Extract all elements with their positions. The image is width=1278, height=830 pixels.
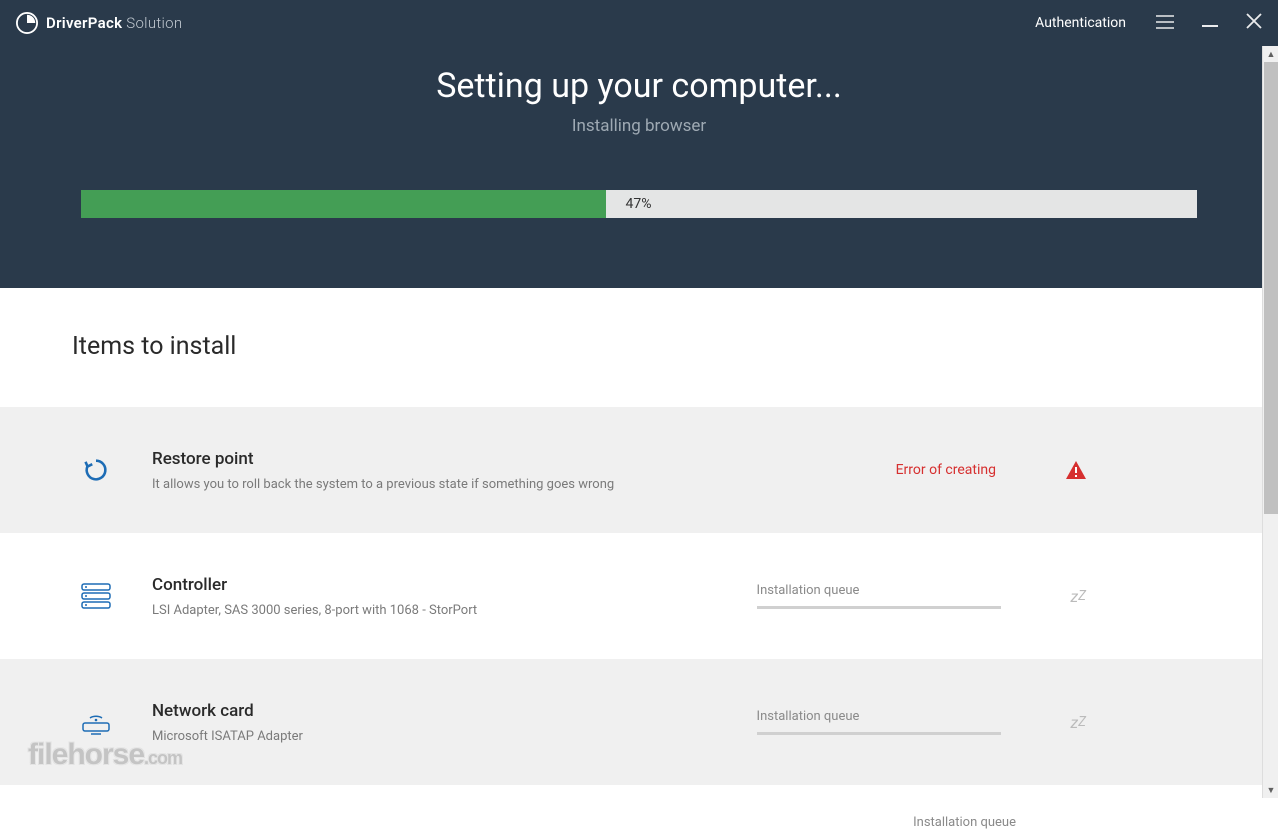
network-icon: [72, 709, 120, 735]
item-title: Controller: [152, 575, 757, 595]
controller-icon: [72, 583, 120, 609]
restore-icon: [72, 456, 120, 484]
status-error-text: Error of creating: [896, 462, 996, 478]
menu-icon[interactable]: [1156, 14, 1174, 33]
section-title: Items to install: [0, 288, 1278, 407]
scroll-down-arrow[interactable]: ▼: [1263, 782, 1278, 798]
title-bar: DriverPack Solution Authentication: [0, 0, 1278, 46]
install-item-network-card: Network card Microsoft ISATAP Adapter In…: [0, 659, 1278, 785]
progress-bar: 47%: [81, 190, 1197, 218]
logo-text: DriverPack Solution: [46, 14, 182, 32]
hero-subtitle: Installing browser: [0, 116, 1278, 136]
progress-fill: [81, 190, 606, 218]
install-item-restore-point: Restore point It allows you to roll back…: [0, 407, 1278, 533]
item-title: Network card: [152, 701, 757, 721]
progress-text: 47%: [626, 196, 652, 212]
item-title: Restore point: [152, 449, 896, 469]
authentication-link[interactable]: Authentication: [1035, 15, 1126, 31]
status-queue-text: Installation queue: [757, 709, 1001, 724]
hero-title: Setting up your computer...: [0, 66, 1278, 106]
vertical-scrollbar[interactable]: ▲ ▼: [1262, 46, 1278, 798]
item-desc: It allows you to roll back the system to…: [152, 477, 896, 492]
item-desc: Microsoft ISATAP Adapter: [152, 729, 757, 744]
status-queue-text: Installation queue: [757, 583, 1001, 598]
logo-icon: [16, 12, 38, 34]
sleep-icon: zZ: [1071, 713, 1086, 732]
close-icon[interactable]: [1246, 13, 1262, 33]
scrollbar-thumb[interactable]: [1264, 62, 1278, 514]
hero-section: Setting up your computer... Installing b…: [0, 46, 1278, 288]
queue-progress: [757, 732, 1001, 735]
scroll-up-arrow[interactable]: ▲: [1263, 46, 1278, 62]
alert-icon: [1066, 461, 1086, 479]
install-item-controller: Controller LSI Adapter, SAS 3000 series,…: [0, 533, 1278, 659]
minimize-icon[interactable]: [1202, 14, 1218, 33]
sleep-icon: zZ: [1071, 587, 1086, 606]
status-queue-text: Installation queue: [913, 815, 1016, 830]
watermark: filehorse.com: [28, 738, 182, 772]
item-desc: LSI Adapter, SAS 3000 series, 8-port wit…: [152, 603, 757, 618]
install-item-partial: Installation queue: [0, 785, 1278, 830]
app-logo: DriverPack Solution: [16, 12, 182, 34]
queue-progress: [757, 606, 1001, 609]
